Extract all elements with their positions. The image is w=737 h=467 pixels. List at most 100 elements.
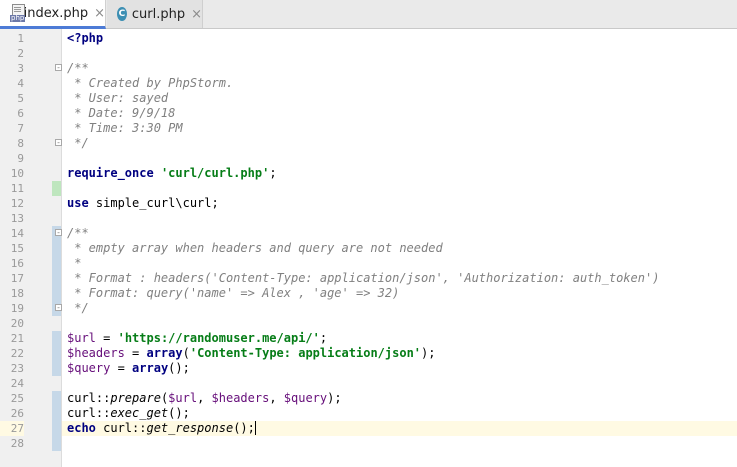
- code-text[interactable]: $url = 'https://randomuser.me/api/';: [62, 331, 737, 346]
- code-text[interactable]: [62, 211, 737, 226]
- close-icon[interactable]: ×: [94, 6, 105, 21]
- code-line[interactable]: 14 -/**: [0, 226, 737, 241]
- change-marker[interactable]: [52, 391, 61, 406]
- change-marker[interactable]: [52, 361, 61, 376]
- change-marker[interactable]: [52, 286, 61, 301]
- change-marker[interactable]: [52, 331, 61, 346]
- code-line[interactable]: 18 * Format: query('name' => Alex , 'age…: [0, 286, 737, 301]
- code-token: ,: [197, 391, 212, 405]
- code-line[interactable]: 20: [0, 316, 737, 331]
- code-text[interactable]: [62, 46, 737, 61]
- code-line[interactable]: 24: [0, 376, 737, 391]
- php-file-icon: php: [10, 4, 26, 22]
- code-line[interactable]: 11: [0, 181, 737, 196]
- code-token: $query: [67, 361, 111, 375]
- code-line[interactable]: 9: [0, 151, 737, 166]
- code-line[interactable]: 23 $query = array();: [0, 361, 737, 376]
- code-text[interactable]: * Format : headers('Content-Type: applic…: [62, 271, 737, 286]
- code-line[interactable]: 17 * Format : headers('Content-Type: app…: [0, 271, 737, 286]
- code-line[interactable]: 22 $headers = array('Content-Type: applic…: [0, 346, 737, 361]
- line-number: 27: [0, 421, 24, 436]
- fold-icon[interactable]: -: [55, 304, 62, 312]
- code-line[interactable]: 3 -/**: [0, 61, 737, 76]
- change-marker[interactable]: [52, 436, 61, 451]
- code-line[interactable]: 10 require_once 'curl/curl.php';: [0, 166, 737, 181]
- code-token: use: [67, 196, 89, 210]
- change-marker[interactable]: [52, 346, 61, 361]
- fold-icon[interactable]: -: [55, 64, 62, 72]
- code-text[interactable]: * Time: 3:30 PM: [62, 121, 737, 136]
- change-marker[interactable]: [52, 406, 61, 421]
- code-line[interactable]: 21 $url = 'https://randomuser.me/api/';: [0, 331, 737, 346]
- code-token: prepare: [110, 391, 161, 405]
- code-line[interactable]: 1 <?php: [0, 31, 737, 46]
- code-text[interactable]: * Date: 9/9/18: [62, 106, 737, 121]
- code-text[interactable]: /**: [62, 226, 737, 241]
- code-line[interactable]: 8 - */: [0, 136, 737, 151]
- code-text[interactable]: require_once 'curl/curl.php';: [62, 166, 737, 181]
- code-text[interactable]: * User: sayed: [62, 91, 737, 106]
- code-token: =: [124, 346, 147, 360]
- tab-curl-php[interactable]: C curl.php ×: [107, 0, 203, 28]
- code-line[interactable]: 15 * empty array when headers and query …: [0, 241, 737, 256]
- code-text[interactable]: curl::prepare($url, $headers, $query);: [62, 391, 737, 406]
- code-text[interactable]: $headers = array('Content-Type: applicat…: [62, 346, 737, 361]
- change-marker[interactable]: [52, 181, 61, 196]
- code-line[interactable]: 4 * Created by PhpStorm.: [0, 76, 737, 91]
- code-text[interactable]: /**: [62, 61, 737, 76]
- line-number: 16: [10, 257, 24, 270]
- code-text[interactable]: [62, 436, 737, 451]
- code-text[interactable]: $query = array();: [62, 361, 737, 376]
- code-text[interactable]: echo curl::get_response();: [62, 421, 737, 436]
- code-text[interactable]: curl::exec_get();: [62, 406, 737, 421]
- change-marker[interactable]: [52, 271, 61, 286]
- code-line[interactable]: 6 * Date: 9/9/18: [0, 106, 737, 121]
- fold-icon[interactable]: -: [55, 229, 62, 237]
- change-marker[interactable]: [52, 421, 61, 436]
- tab-index-php[interactable]: php index.php ×: [0, 0, 106, 29]
- code-text[interactable]: */: [62, 301, 737, 316]
- line-number: 7: [17, 122, 24, 135]
- code-line[interactable]: 28: [0, 436, 737, 451]
- code-text[interactable]: */: [62, 136, 737, 151]
- code-line[interactable]: 16 *: [0, 256, 737, 271]
- code-text[interactable]: [62, 316, 737, 331]
- close-icon[interactable]: ×: [191, 7, 202, 22]
- code-line[interactable]: 5 * User: sayed: [0, 91, 737, 106]
- fold-icon[interactable]: -: [55, 139, 62, 147]
- code-text[interactable]: [62, 151, 737, 166]
- line-number: 17: [10, 272, 24, 285]
- code-text[interactable]: use simple_curl\curl;: [62, 196, 737, 211]
- code-editor[interactable]: 1 <?php 2 3-/** 4 * Created by PhpStorm. 5 * …: [0, 29, 737, 467]
- code-line[interactable]: 12 use simple_curl\curl;: [0, 196, 737, 211]
- code-token: /**: [67, 226, 89, 240]
- line-number: 21: [10, 332, 24, 345]
- code-text[interactable]: *: [62, 256, 737, 271]
- code-token: * Date: 9/9/18: [67, 106, 176, 120]
- code-line[interactable]: 26 curl::exec_get();: [0, 406, 737, 421]
- code-line[interactable]: 27 echo curl::get_response();: [0, 421, 737, 436]
- code-line[interactable]: 25 curl::prepare($url, $headers, $query);: [0, 391, 737, 406]
- change-marker[interactable]: [52, 256, 61, 271]
- change-marker[interactable]: [52, 241, 61, 256]
- code-token: $headers: [67, 346, 125, 360]
- code-text[interactable]: [62, 376, 737, 391]
- line-number: 26: [10, 407, 24, 420]
- line-number: 10: [10, 167, 24, 180]
- code-token: 'curl/curl.php': [160, 166, 270, 180]
- code-token: /**: [67, 61, 89, 75]
- code-line[interactable]: 2: [0, 46, 737, 61]
- code-text[interactable]: * Created by PhpStorm.: [62, 76, 737, 91]
- code-text[interactable]: <?php: [62, 31, 737, 46]
- code-line[interactable]: 19 - */: [0, 301, 737, 316]
- code-text[interactable]: [62, 181, 737, 196]
- code-line[interactable]: 13: [0, 211, 737, 226]
- line-number: 14: [10, 227, 24, 240]
- line-number: 25: [10, 392, 24, 405]
- code-token: =: [95, 331, 118, 345]
- code-line[interactable]: 7 * Time: 3:30 PM: [0, 121, 737, 136]
- code-text[interactable]: * empty array when headers and query are…: [62, 241, 737, 256]
- code-text[interactable]: * Format: query('name' => Alex , 'age' =…: [62, 286, 737, 301]
- code-token: 'Content-Type: application/json': [189, 346, 422, 360]
